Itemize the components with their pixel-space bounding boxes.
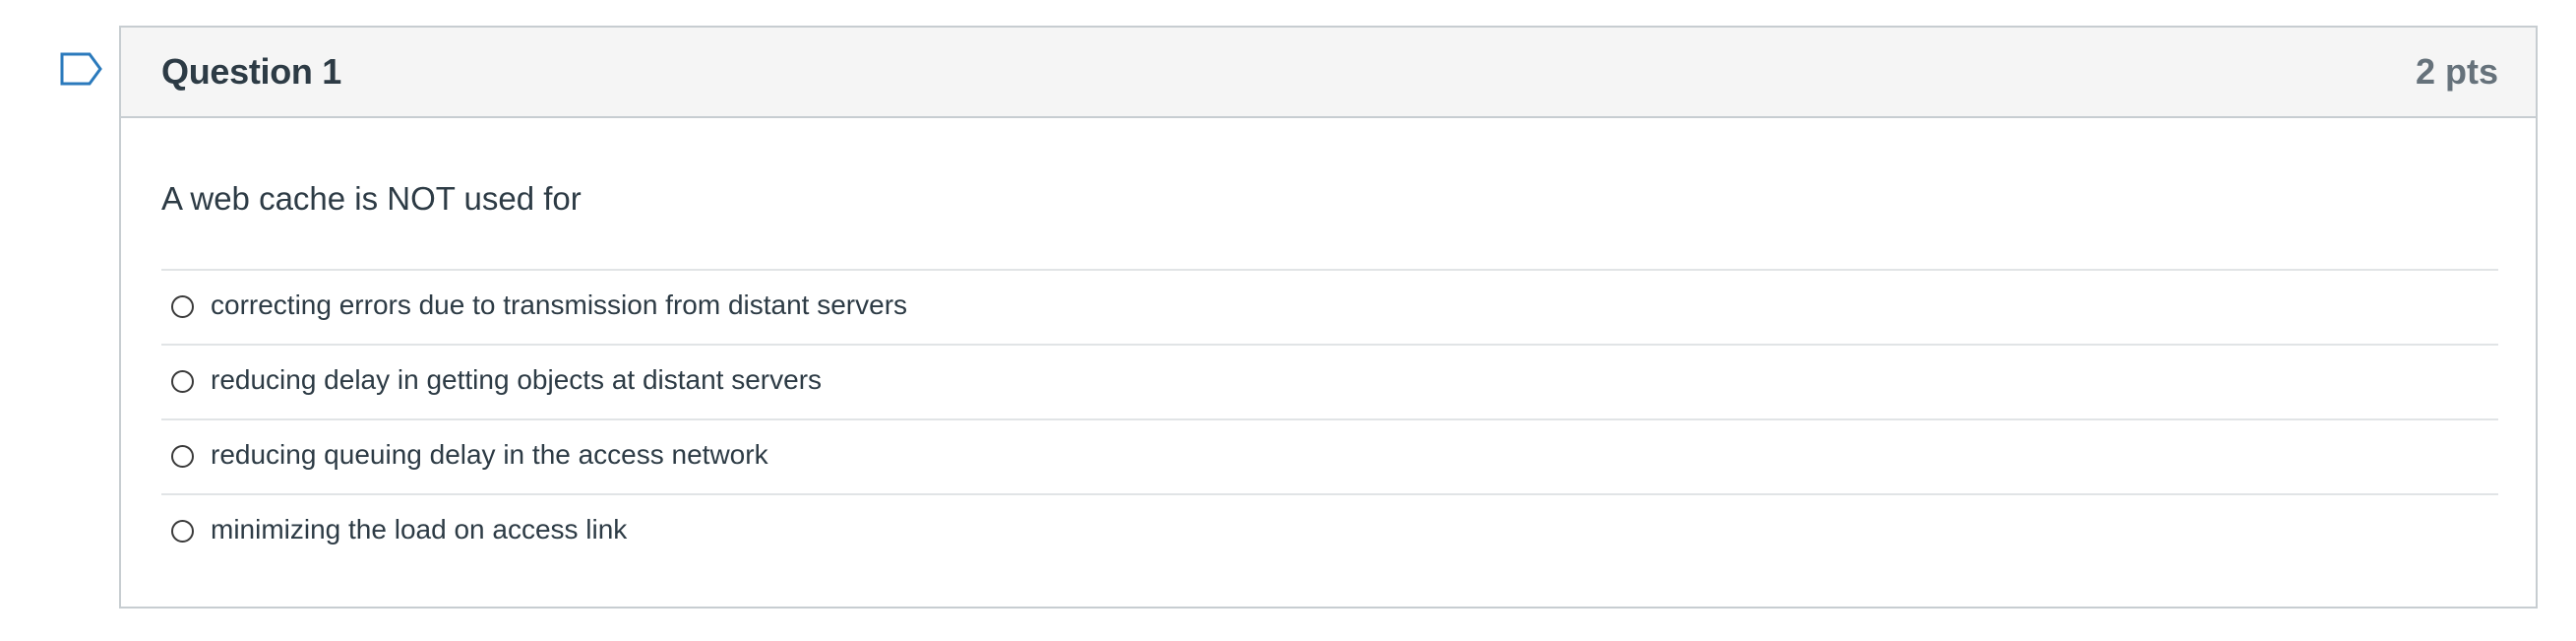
answer-option[interactable]: minimizing the load on access link xyxy=(161,493,2498,568)
question-title: Question 1 xyxy=(161,51,342,92)
answer-option[interactable]: correcting errors due to transmission fr… xyxy=(161,269,2498,344)
radio-button[interactable] xyxy=(171,370,194,393)
answer-list: correcting errors due to transmission fr… xyxy=(161,269,2498,568)
question-header: Question 1 2 pts xyxy=(121,28,2536,118)
flag-question-icon[interactable] xyxy=(59,51,104,87)
question-card: Question 1 2 pts A web cache is NOT used… xyxy=(119,26,2538,609)
answer-label[interactable]: minimizing the load on access link xyxy=(211,511,627,548)
radio-button[interactable] xyxy=(171,295,194,318)
answer-label[interactable]: reducing queuing delay in the access net… xyxy=(211,436,768,474)
question-text: A web cache is NOT used for xyxy=(161,180,582,217)
answer-option[interactable]: reducing queuing delay in the access net… xyxy=(161,418,2498,493)
answer-option[interactable]: reducing delay in getting objects at dis… xyxy=(161,344,2498,418)
answer-label[interactable]: reducing delay in getting objects at dis… xyxy=(211,361,822,399)
answer-label[interactable]: correcting errors due to transmission fr… xyxy=(211,287,907,324)
question-points: 2 pts xyxy=(2415,51,2498,92)
radio-button[interactable] xyxy=(171,445,194,468)
radio-button[interactable] xyxy=(171,520,194,543)
